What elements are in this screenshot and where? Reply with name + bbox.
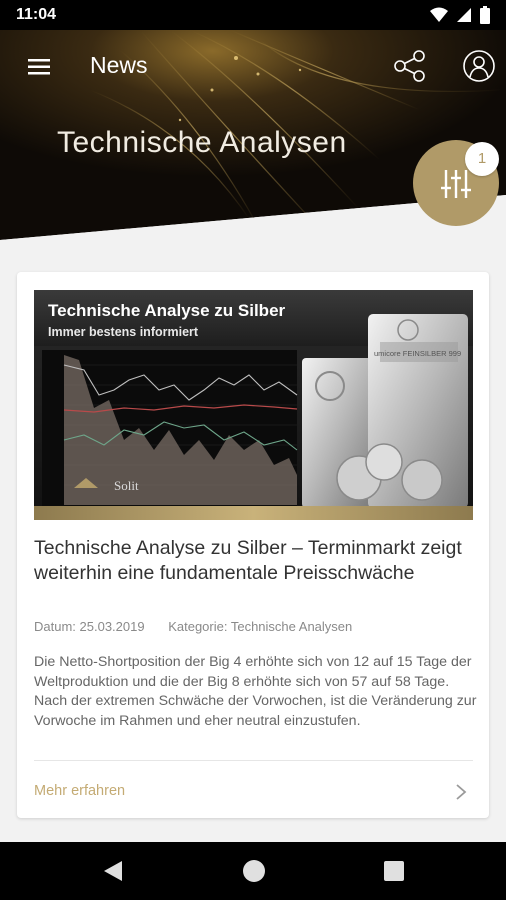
article-title[interactable]: Technische Analyse zu Silber – Terminmar…: [34, 536, 474, 586]
status-time: 11:04: [16, 6, 57, 23]
news-card[interactable]: Technische Analyse zu Silber Immer beste…: [17, 272, 489, 818]
read-more-link[interactable]: Mehr erfahren: [34, 783, 125, 799]
system-nav-bar: [0, 842, 506, 900]
chevron-right-icon[interactable]: [454, 782, 468, 802]
account-icon[interactable]: [461, 48, 497, 84]
nav-recents-icon[interactable]: [384, 861, 404, 881]
status-bar: 11:04: [0, 0, 506, 30]
app-title: News: [90, 52, 148, 78]
article-image: Technische Analyse zu Silber Immer beste…: [34, 290, 473, 520]
image-title: Technische Analyse zu Silber: [48, 301, 286, 320]
status-icons: [430, 6, 490, 24]
card-divider: [34, 760, 473, 761]
image-brand: Solit: [114, 478, 139, 493]
cellular-signal-icon: [457, 8, 471, 22]
article-date: Datum: 25.03.2019: [34, 619, 145, 634]
menu-icon[interactable]: [26, 54, 54, 80]
toolbar: News: [0, 46, 506, 86]
bar-inscription: umicore FEINSILBER 999: [374, 349, 461, 358]
filter-count-badge: 1: [465, 142, 499, 176]
image-subtitle: Immer bestens informiert: [48, 325, 199, 339]
nav-home-icon[interactable]: [243, 860, 265, 882]
article-excerpt: Die Netto-Shortposition der Big 4 erhöht…: [34, 654, 477, 729]
article-category: Kategorie: Technische Analysen: [168, 619, 353, 634]
page-heading: Technische Analysen: [57, 126, 347, 159]
article-meta: Datum: 25.03.2019 Kategorie: Technische …: [34, 619, 352, 634]
battery-icon: [480, 6, 490, 24]
wifi-icon: [430, 7, 448, 22]
share-icon[interactable]: [392, 48, 428, 84]
nav-back-icon[interactable]: [102, 859, 124, 883]
